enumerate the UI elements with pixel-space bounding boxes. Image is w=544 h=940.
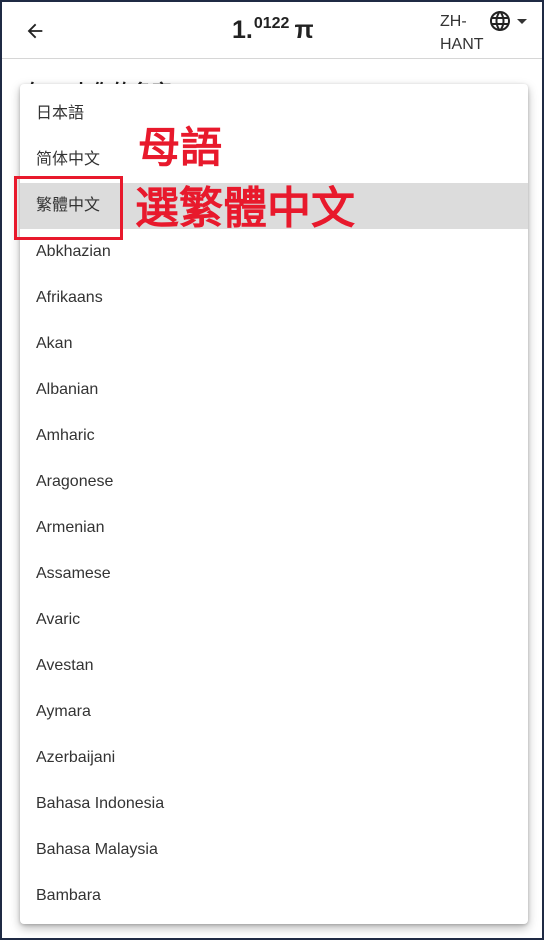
menu-item-language[interactable]: 日本語 [20,91,528,137]
menu-item-language[interactable]: Avaric [20,597,528,643]
screen-frame: 1. 0122 π ZH-HANT 在 ... 上你的名字 日本語简体中文繁體中… [0,0,544,940]
menu-item-language[interactable]: Amharic [20,413,528,459]
menu-item-language[interactable]: Aragonese [20,459,528,505]
pi-symbol: π [294,16,314,44]
annotation-text-choose-traditional-chinese: 選繁體中文 [135,183,355,234]
title-superscript: 0122 [253,15,290,32]
chevron-down-icon [517,18,527,24]
menu-item-language[interactable]: Bahasa Malaysia [20,827,528,873]
annotation-text-native-language: 母語 [138,123,223,172]
balance-title: 1. 0122 π [232,12,314,48]
highlight-box-annotation [14,176,123,240]
back-button[interactable] [20,16,50,46]
menu-item-language[interactable]: Bambara [20,873,528,919]
menu-item-language[interactable]: Albanian [20,367,528,413]
globe-icon [490,11,510,31]
arrow-left-icon [27,23,43,39]
top-app-bar: 1. 0122 π ZH-HANT [2,2,542,59]
menu-item-language[interactable]: Armenian [20,505,528,551]
language-code: ZH-HANT [440,13,484,53]
title-base: 1. [232,16,253,44]
menu-item-language[interactable]: Assamese [20,551,528,597]
menu-item-language[interactable]: Akan [20,321,528,367]
menu-item-language[interactable]: Afrikaans [20,275,528,321]
menu-item-language[interactable]: Bahasa Indonesia [20,781,528,827]
language-selector-button[interactable] [488,9,534,33]
menu-item-language[interactable]: Aymara [20,689,528,735]
menu-item-language[interactable]: Azerbaijani [20,735,528,781]
menu-item-language[interactable]: Avestan [20,643,528,689]
